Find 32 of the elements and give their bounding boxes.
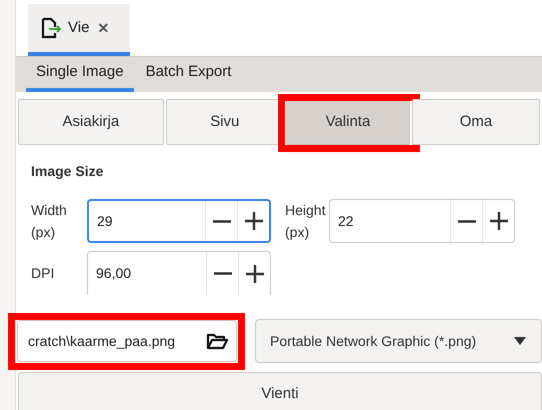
field-label: Width (px) [31,201,68,242]
plus-icon [244,264,264,284]
document-tab[interactable]: Vie ✕ [28,4,130,56]
spin-box[interactable]: 29 [87,199,271,243]
area-button[interactable]: Oma [412,99,540,145]
minus-icon [456,220,476,222]
plus-icon [244,211,264,231]
file-picker[interactable]: cratch\kaarme_paa.png [17,320,237,362]
folder-icon [206,331,228,351]
export-button[interactable]: Vienti [18,372,542,410]
sub-tab[interactable]: Batch Export [136,57,242,92]
close-icon[interactable]: ✕ [97,18,110,38]
number-input[interactable]: 96,00 [96,252,198,295]
dropdown-value: Portable Network Graphic (*.png) [270,332,476,351]
caret-icon [513,336,527,346]
field-label: Height (px) [284,201,326,242]
path-input[interactable]: cratch\kaarme_paa.png [28,330,206,352]
minus-icon [212,220,232,222]
format-dropdown[interactable]: Portable Network Graphic (*.png) [255,319,542,363]
field-label: DPI [31,264,56,283]
number-input[interactable]: 29 [97,201,197,241]
spin-box[interactable]: 22 [329,199,515,243]
area-button[interactable]: Asiakirja [18,99,164,145]
minus-icon [212,272,232,275]
sub-tab[interactable]: Single Image [26,57,134,92]
plus-icon [488,211,508,231]
tab-label: Vie [68,18,90,38]
area-button[interactable]: Valinta [286,99,410,145]
section-title: Image Size [31,162,104,181]
number-input[interactable]: 22 [338,200,442,242]
export-icon [40,17,64,39]
spin-box[interactable]: 96,00 [87,251,271,295]
